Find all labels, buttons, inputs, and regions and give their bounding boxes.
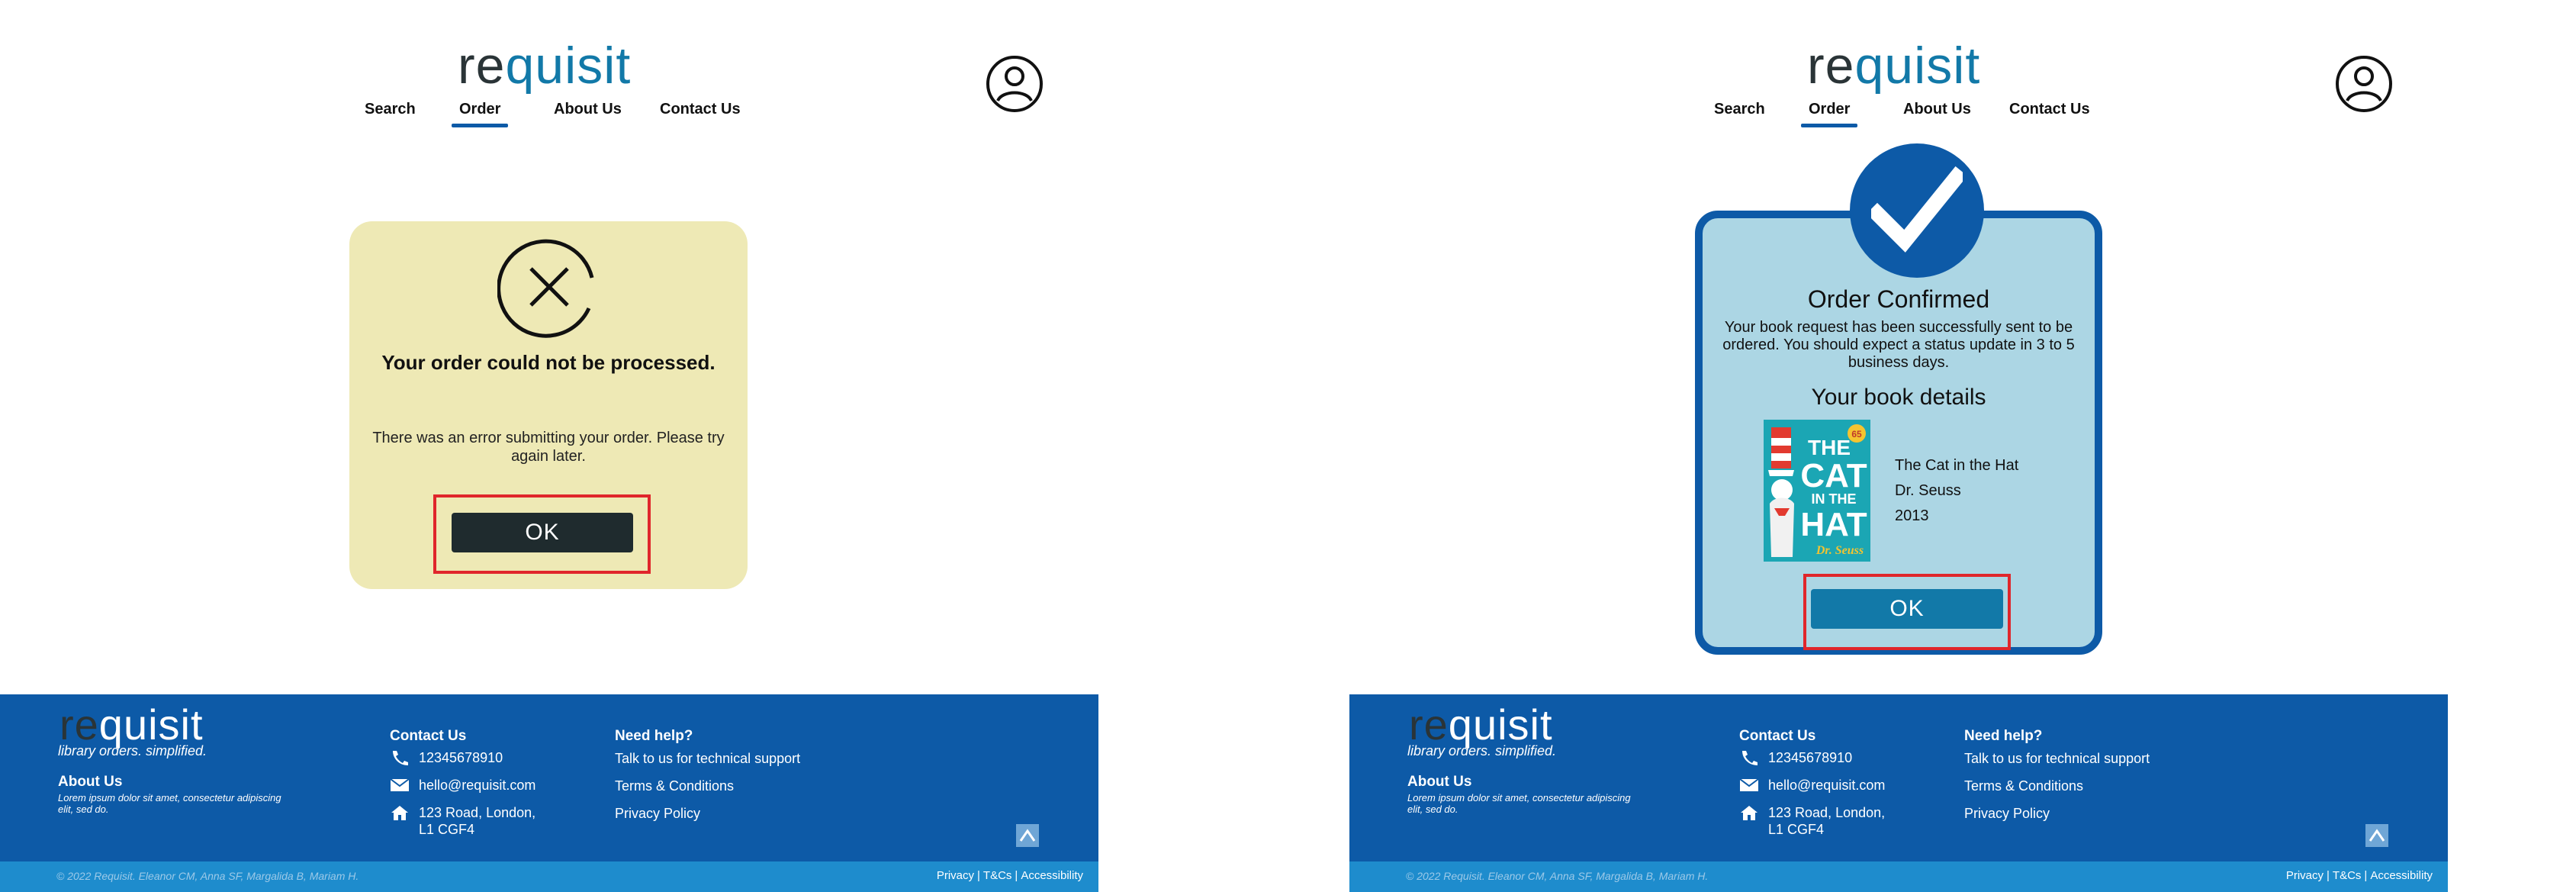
mail-icon <box>390 778 410 791</box>
book-title: The Cat in the Hat <box>1895 457 2019 474</box>
footer-contact-heading: Contact Us <box>390 728 467 744</box>
footer-logo[interactable]: requisit <box>59 704 204 746</box>
nav-order[interactable]: Order <box>1800 101 1859 127</box>
confirm-ok-button[interactable]: OK <box>1811 589 2003 629</box>
footer-phone: 12345678910 <box>1739 749 1852 766</box>
requisit-logo[interactable]: requisit <box>458 40 631 92</box>
footer-phone: 12345678910 <box>390 749 503 766</box>
footer-bottom-bar: © 2022 Requisit. Eleanor CM, Anna SF, Ma… <box>1349 861 2448 892</box>
footer-tagline: library orders. simplified. <box>1407 743 1557 758</box>
footer-about-heading: About Us <box>58 774 123 790</box>
book-info: The Cat in the Hat Dr. Seuss 2013 <box>1895 453 2018 529</box>
error-ok-button[interactable]: OK <box>452 513 633 552</box>
svg-text:65: 65 <box>1851 429 1862 440</box>
footer-tech-support-link[interactable]: Talk to us for technical support <box>615 751 800 767</box>
footer-privacy-link[interactable]: Privacy Policy <box>615 806 700 822</box>
footer-email[interactable]: hello@requisit.com <box>1739 777 1885 794</box>
footer-terms-link[interactable]: Terms & Conditions <box>615 778 734 794</box>
phone-icon <box>393 751 408 765</box>
tcs-link[interactable]: T&Cs <box>2333 869 2362 882</box>
close-circle-icon <box>497 239 594 338</box>
footer-address: 123 Road, London, L1 CGF4 <box>390 804 535 838</box>
phone-icon <box>1742 751 1758 765</box>
error-message: There was an error submitting your order… <box>372 430 725 465</box>
footer-about-text: Lorem ipsum dolor sit amet, consectetur … <box>58 792 281 815</box>
footer-terms-link[interactable]: Terms & Conditions <box>1964 778 2083 794</box>
legal-links: Privacy | T&Cs | Accessibility <box>2285 869 2433 882</box>
footer-privacy-link[interactable]: Privacy Policy <box>1964 806 2050 822</box>
svg-text:Dr. Seuss: Dr. Seuss <box>1815 544 1864 557</box>
confirm-message: Your book request has been successfully … <box>1722 319 2075 371</box>
home-icon <box>391 806 408 820</box>
footer-about-text: Lorem ipsum dolor sit amet, consectetur … <box>1407 792 1631 815</box>
tcs-link[interactable]: T&Cs <box>983 869 1012 882</box>
order-error-page: requisit Search Order About Us Contact U… <box>0 0 1098 892</box>
footer-contact-heading: Contact Us <box>1739 728 1816 744</box>
check-icon <box>1871 166 1963 253</box>
svg-text:IN THE: IN THE <box>1811 491 1856 507</box>
user-avatar-icon[interactable] <box>986 55 1044 113</box>
book-cover-image: 65 THE CAT IN THE HAT Dr. Seuss <box>1764 420 1870 562</box>
confirm-title: Order Confirmed <box>1807 285 1990 313</box>
book-year: 2013 <box>1895 507 1929 524</box>
footer-about-heading: About Us <box>1407 774 1472 790</box>
privacy-link[interactable]: Privacy <box>2286 869 2324 882</box>
nav-contact-us[interactable]: Contact Us <box>660 101 741 118</box>
ok-button-highlight: OK <box>1803 574 2011 650</box>
requisit-logo[interactable]: requisit <box>1807 40 1980 92</box>
footer-tech-support-link[interactable]: Talk to us for technical support <box>1964 751 2150 767</box>
book-details-title: Your book details <box>1811 385 1986 410</box>
accessibility-link[interactable]: Accessibility <box>1021 869 1083 882</box>
footer-help-heading: Need help? <box>615 728 693 744</box>
footer-address: 123 Road, London, L1 CGF4 <box>1739 804 1885 838</box>
nav-contact-us[interactable]: Contact Us <box>2009 101 2090 118</box>
copyright-text: © 2022 Requisit. Eleanor CM, Anna SF, Ma… <box>56 870 359 882</box>
ok-button-highlight: OK <box>433 494 651 574</box>
order-confirmed-page: requisit Search Order About Us Contact U… <box>1349 0 2448 892</box>
footer-help-heading: Need help? <box>1964 728 2043 744</box>
nav-about-us[interactable]: About Us <box>1903 101 1971 118</box>
footer-bottom-bar: © 2022 Requisit. Eleanor CM, Anna SF, Ma… <box>0 861 1098 892</box>
svg-text:CAT: CAT <box>1800 457 1867 494</box>
footer-tagline: library orders. simplified. <box>58 743 207 758</box>
svg-text:THE: THE <box>1808 436 1851 459</box>
nav-search[interactable]: Search <box>1714 101 1765 118</box>
legal-links: Privacy | T&Cs | Accessibility <box>936 869 1083 882</box>
mail-icon <box>1739 778 1759 791</box>
home-icon <box>1741 806 1758 820</box>
order-confirmed-dialog: Order Confirmed Your book request has be… <box>1695 211 2102 655</box>
copyright-text: © 2022 Requisit. Eleanor CM, Anna SF, Ma… <box>1406 870 1709 882</box>
footer-logo[interactable]: requisit <box>1409 704 1553 746</box>
nav-order[interactable]: Order <box>451 101 510 127</box>
check-badge <box>1850 143 1984 278</box>
user-avatar-icon[interactable] <box>2335 55 2393 113</box>
svg-text:HAT: HAT <box>1800 506 1867 543</box>
site-footer: requisit library orders. simplified. Abo… <box>0 694 1098 892</box>
privacy-link[interactable]: Privacy <box>937 869 974 882</box>
nav-search[interactable]: Search <box>365 101 416 118</box>
site-footer: requisit library orders. simplified. Abo… <box>1349 694 2448 892</box>
back-to-top-icon[interactable] <box>2365 824 2388 847</box>
error-title: Your order could not be processed. <box>381 351 716 374</box>
back-to-top-icon[interactable] <box>1016 824 1039 847</box>
order-error-dialog: Your order could not be processed. There… <box>349 221 748 589</box>
nav-about-us[interactable]: About Us <box>554 101 622 118</box>
footer-email[interactable]: hello@requisit.com <box>390 777 535 794</box>
accessibility-link[interactable]: Accessibility <box>2370 869 2433 882</box>
book-author: Dr. Seuss <box>1895 482 1961 499</box>
